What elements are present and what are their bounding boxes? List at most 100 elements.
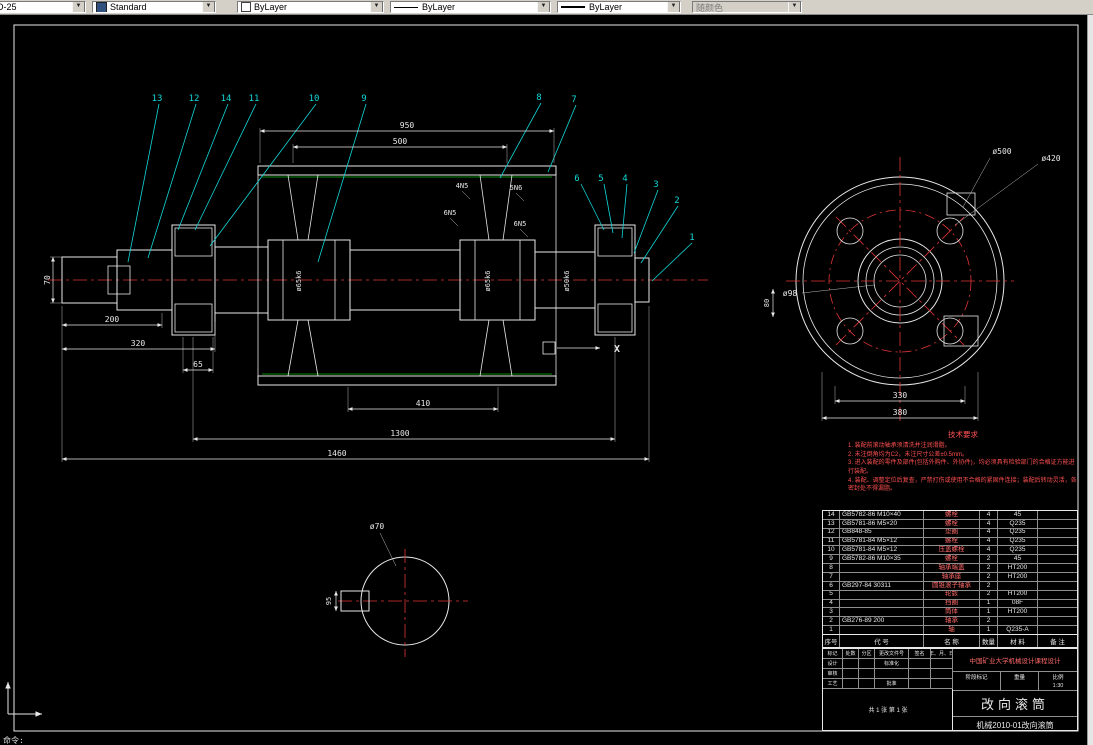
bom-cell-qty: 2 xyxy=(979,581,997,590)
balloon-13: 13 xyxy=(152,94,163,104)
bom-header-name: 名 称 xyxy=(923,635,979,647)
bom-cell-note xyxy=(1037,617,1077,626)
bom-row: 14 GB5782-86 M10×40 螺栓 4 45 xyxy=(823,511,1077,519)
linetype-combo[interactable]: ByLayer ▼ xyxy=(390,1,551,13)
chevron-down-icon[interactable]: ▼ xyxy=(202,2,215,12)
bom-cell-material: 45 xyxy=(997,555,1037,564)
bom-cell-no: 11 xyxy=(827,537,835,545)
dim-1300: 1300 xyxy=(390,429,409,438)
bom-cell-note xyxy=(1037,546,1077,555)
command-prompt[interactable]: 命令: xyxy=(3,735,24,745)
bom-cell-note xyxy=(1037,573,1077,581)
bom-cell-material: Q235 xyxy=(997,546,1037,555)
bom-row: 7 轴承座 2 HT200 xyxy=(823,572,1077,581)
plotstyle-combo: 随颜色 ▼ xyxy=(692,1,802,13)
bom-cell-name: 轴承座 xyxy=(923,573,979,581)
tb-zone: 分区 xyxy=(859,649,875,659)
textstyle-combo[interactable]: Standard ▼ xyxy=(92,1,216,13)
bom-cell-code xyxy=(839,608,923,617)
bom-cell-name: 压盖螺栓 xyxy=(923,546,979,555)
dim-950: 950 xyxy=(400,121,415,130)
balloon-1: 1 xyxy=(689,233,694,243)
bom-cell-note xyxy=(1037,581,1077,590)
svg-text:6N5: 6N5 xyxy=(444,209,457,217)
tb-change-doc: 更改文件号 xyxy=(875,649,909,659)
bom-cell-no: 12 xyxy=(827,528,835,536)
bom-cell-material: Q235-A xyxy=(997,626,1037,635)
bom-cell-no: 7 xyxy=(829,573,833,580)
dim-d420: ø420 xyxy=(1041,154,1060,163)
dimstyle-combo[interactable]: ISO-25 ▼ xyxy=(0,1,86,13)
bom-cell-no: 8 xyxy=(829,564,833,571)
bom-cell-material xyxy=(997,617,1037,626)
bom-cell-no: 13 xyxy=(827,519,835,527)
section-cut-symbol: X xyxy=(542,341,620,355)
plotstyle-combo-label: 随颜色 xyxy=(696,2,724,13)
balloon-4: 4 xyxy=(622,174,627,184)
bom-cell-no: 1 xyxy=(829,626,833,633)
end-view-dimensions: ø500 ø420 ø98 80 330 380 xyxy=(763,147,1061,421)
bom-row: 4 挡圈 1 08F xyxy=(823,598,1077,608)
text-style-icon xyxy=(96,2,107,12)
title-block: 标记 处数 分区 更改文件号 签名 年、月、日 设计 标准化 审核 工艺 批准 … xyxy=(822,648,1078,731)
chevron-down-icon[interactable]: ▼ xyxy=(667,2,680,12)
chevron-down-icon[interactable]: ▼ xyxy=(537,2,550,12)
main-view: X 4N5 5N6 6N5 6N5 xyxy=(48,165,708,386)
dim-d98: ø98 xyxy=(783,289,798,298)
title-block-main-area: 中国矿业大学机械设计课程设计 阶段标记 重量 比例 1:30 改向滚筒 机械20… xyxy=(953,649,1077,730)
technical-requirements-title: 技术要求 xyxy=(948,430,978,439)
bom-header-note: 备 注 xyxy=(1037,635,1077,647)
dim-1460: 1460 xyxy=(327,449,346,458)
bom-cell-qty: 2 xyxy=(979,590,997,599)
main-dimensions: 950 500 200 320 65 410 1300 1460 70 ø65k… xyxy=(43,121,650,462)
tb-stage-row: 阶段标记 重量 比例 1:30 xyxy=(953,672,1077,691)
bom-cell-name: 圆锥滚子轴承 xyxy=(923,581,979,590)
bom-cell-code: GB5782-86 M10×40 xyxy=(839,511,923,519)
bom-cell-no: 6 xyxy=(829,581,833,589)
bom-cell-no: 14 xyxy=(827,511,835,518)
bom-cell-note xyxy=(1037,564,1077,573)
chevron-down-icon[interactable]: ▼ xyxy=(72,2,85,12)
dimstyle-combo-label: ISO-25 xyxy=(0,2,17,12)
color-combo[interactable]: ByLayer ▼ xyxy=(237,1,384,13)
technical-requirements: 技术要求 1. 装配前滚动轴承须清洗并注润滑脂。 2. 未注倒角均为C2，未注尺… xyxy=(848,429,1078,494)
bom-cell-material: HT200 xyxy=(997,573,1037,581)
balloon-14: 14 xyxy=(221,94,232,104)
bom-cell-note xyxy=(1037,626,1077,635)
balloon-12: 12 xyxy=(189,94,200,104)
dim-65: 65 xyxy=(193,360,203,369)
bom-cell-qty: 1 xyxy=(979,599,997,608)
tb-scale-label: 比例 xyxy=(1052,674,1064,681)
dim-key: 95 xyxy=(325,597,333,605)
dim-d65-left: ø65k6 xyxy=(295,270,303,291)
bom-row: 11 GB5781-84 M5×12 螺栓 4 Q235 xyxy=(823,536,1077,546)
technical-requirement-item: 2. 未注倒角均为C2，未注尺寸公差±0.5mm。 xyxy=(848,451,968,458)
bom-cell-name: 筒体 xyxy=(923,608,979,617)
tb-design: 设计 xyxy=(823,659,843,669)
lineweight-combo[interactable]: ByLayer ▼ xyxy=(557,1,681,13)
bom-header-code: 代 号 xyxy=(839,635,923,647)
bom-cell-material: Q235 xyxy=(997,519,1037,528)
chevron-down-icon[interactable]: ▼ xyxy=(370,2,383,12)
dim-200: 200 xyxy=(105,315,120,324)
bom-cell-qty: 2 xyxy=(979,573,997,581)
bom-header-row: 序号 代 号 名 称 数量 材 料 备 注 xyxy=(823,634,1077,647)
lineweight-combo-label: ByLayer xyxy=(589,2,623,12)
bom-cell-code xyxy=(839,626,923,635)
bom-cell-no: 5 xyxy=(829,590,833,598)
bom-cell-qty: 2 xyxy=(979,617,997,626)
bom-cell-no: 4 xyxy=(829,599,833,607)
dim-380: 380 xyxy=(893,408,908,417)
vertical-scrollbar[interactable] xyxy=(1087,14,1093,745)
bom-cell-note xyxy=(1037,555,1077,564)
bom-header-no: 序号 xyxy=(824,639,838,646)
balloon-10: 10 xyxy=(309,94,320,104)
dim-d70: ø70 xyxy=(370,522,385,531)
svg-text:6N5: 6N5 xyxy=(514,220,527,228)
lineweight-icon xyxy=(561,6,585,8)
bom-cell-no: 10 xyxy=(827,546,835,554)
svg-text:5N6: 5N6 xyxy=(510,184,523,192)
bom-cell-name: 垫圈 xyxy=(923,528,979,537)
bom-cell-name: 螺栓 xyxy=(923,537,979,546)
bom-cell-material: 45 xyxy=(997,511,1037,519)
